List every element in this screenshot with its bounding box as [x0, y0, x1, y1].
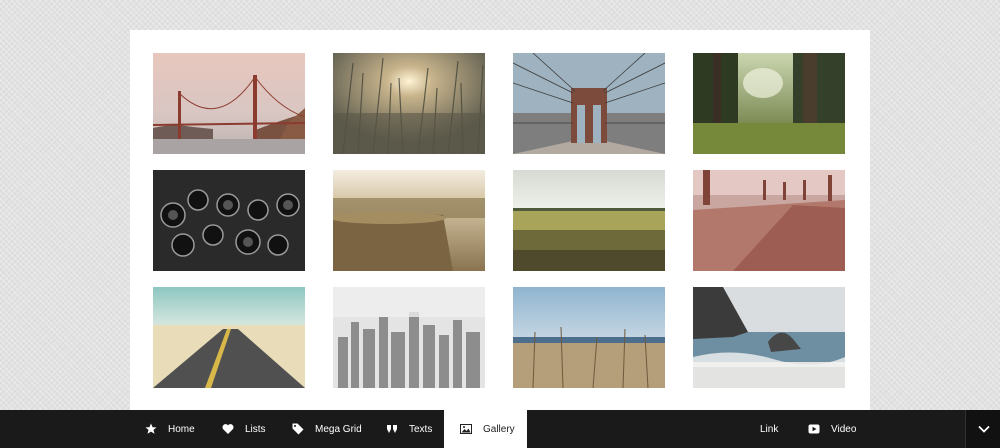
heart-icon	[222, 423, 234, 435]
menu-item-link[interactable]: Link	[760, 410, 778, 448]
menu-item-texts[interactable]: Texts	[386, 410, 432, 448]
gallery-thumb-desert-road[interactable]	[153, 287, 305, 388]
tree-stump-image	[333, 170, 485, 271]
vintage-cameras-image	[153, 170, 305, 271]
gallery-thumb-forest[interactable]	[693, 53, 845, 154]
beach-grass-image	[513, 287, 665, 388]
quote-icon	[386, 423, 398, 435]
golden-gate-bridge-image	[153, 53, 305, 154]
menu-toggle-button[interactable]	[965, 410, 1000, 448]
menu-label-link: Link	[760, 423, 779, 435]
menu-item-video[interactable]: Video	[808, 410, 856, 448]
ocean-rocks-image	[693, 287, 845, 388]
menu-label-video: Video	[831, 423, 857, 435]
gallery-thumb-autumn-path[interactable]	[693, 170, 845, 271]
image-icon	[460, 423, 472, 435]
gallery-thumb-beach-grass[interactable]	[513, 287, 665, 388]
menu-label-mega-grid: Mega Grid	[315, 423, 362, 435]
gallery-thumb-wheat-field[interactable]	[513, 170, 665, 271]
gallery-thumb-golden-gate[interactable]	[153, 53, 305, 154]
gallery-thumb-brooklyn-bridge[interactable]	[513, 53, 665, 154]
tall-grass-sunset-image	[333, 53, 485, 154]
brooklyn-bridge-image	[513, 53, 665, 154]
autumn-path-image	[693, 170, 845, 271]
city-skyline-image	[333, 287, 485, 388]
wheat-field-image	[513, 170, 665, 271]
menu-item-home[interactable]: Home	[145, 410, 195, 448]
play-icon	[808, 423, 820, 435]
menu-label-texts: Texts	[409, 423, 433, 435]
forest-clearing-image	[693, 53, 845, 154]
gallery-thumb-city-skyline[interactable]	[333, 287, 485, 388]
menu-item-gallery[interactable]: Gallery	[444, 410, 527, 448]
desert-road-image	[153, 287, 305, 388]
gallery-thumb-tree-stump[interactable]	[333, 170, 485, 271]
menu-item-lists[interactable]: Lists	[222, 410, 266, 448]
gallery-panel	[130, 30, 870, 410]
star-icon	[145, 423, 157, 435]
bottom-menu-bar: Home Lists Mega Grid Texts Gallery Link …	[0, 410, 1000, 448]
gallery-thumb-grass-sunset[interactable]	[333, 53, 485, 154]
menu-item-mega-grid[interactable]: Mega Grid	[292, 410, 362, 448]
menu-label-gallery: Gallery	[483, 423, 515, 435]
photo-grid	[153, 53, 845, 388]
tag-icon	[292, 423, 304, 435]
chevron-down-icon	[977, 420, 990, 438]
gallery-thumb-ocean-rocks[interactable]	[693, 287, 845, 388]
gallery-thumb-cameras[interactable]	[153, 170, 305, 271]
menu-label-home: Home	[168, 423, 195, 435]
menu-label-lists: Lists	[245, 423, 266, 435]
